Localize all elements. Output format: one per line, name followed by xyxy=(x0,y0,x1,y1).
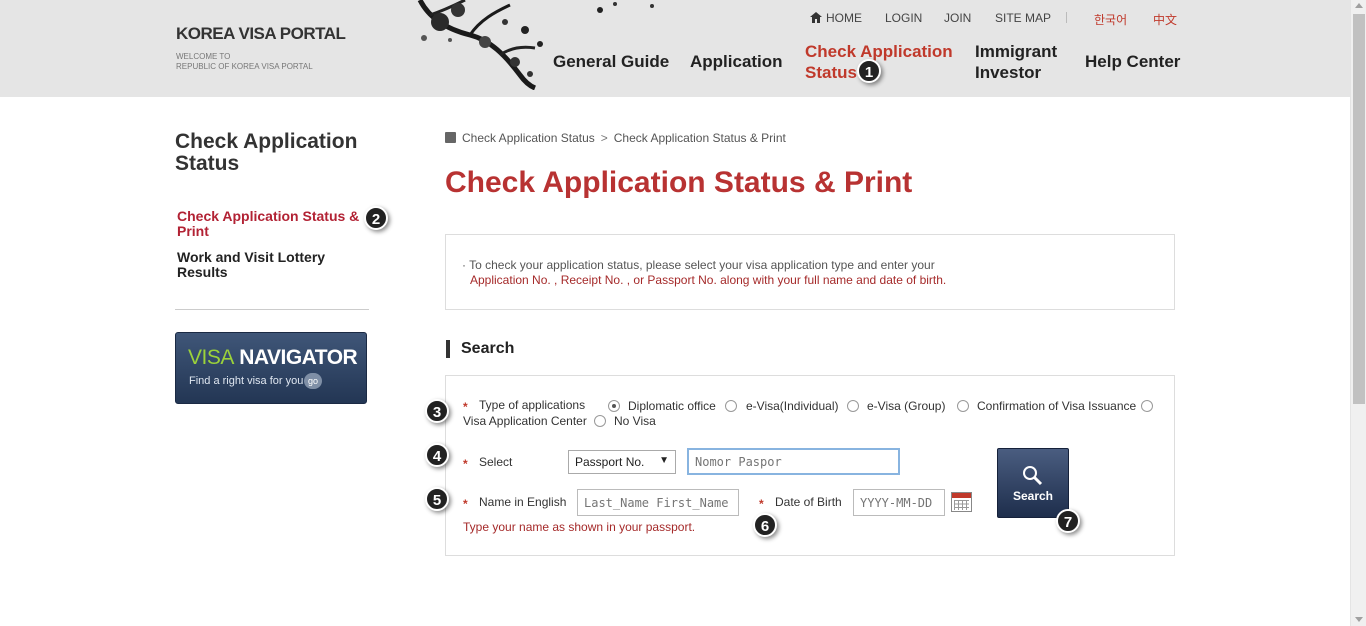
required-marker: * xyxy=(463,457,468,471)
site-logo[interactable]: KOREA VISA PORTAL WELCOME TO REPUBLIC OF… xyxy=(176,24,346,72)
info-text-line1: · To check your application status, plea… xyxy=(462,258,935,272)
visa-navigator-go-button[interactable]: go xyxy=(304,373,322,389)
nav-check-line1: Check Application xyxy=(805,42,953,61)
search-button[interactable]: Search xyxy=(997,448,1069,518)
visa-navigator-subtitle: Find a right visa for you xyxy=(189,375,304,387)
visa-navigator-title-visa: VISA xyxy=(188,346,234,369)
annotation-badge-7: 7 xyxy=(1056,509,1080,533)
page-scrollbar[interactable] xyxy=(1350,0,1366,626)
util-chinese-link[interactable]: 中文 xyxy=(1153,11,1177,27)
sidebar-item-check-status-print[interactable]: Check Application Status & Print xyxy=(177,209,367,239)
annotation-badge-4: 4 xyxy=(425,443,449,467)
radio-evisa-individual[interactable] xyxy=(725,400,737,412)
nav-general-guide[interactable]: General Guide xyxy=(553,51,669,72)
id-type-select[interactable]: Passport No. ▼ xyxy=(568,450,676,474)
radio-label-visa-application-center[interactable]: Visa Application Center xyxy=(463,414,587,428)
radio-confirmation-visa-issuance[interactable] xyxy=(957,400,969,412)
scroll-thumb[interactable] xyxy=(1353,14,1365,404)
breadcrumb-item-status-print[interactable]: Check Application Status & Print xyxy=(614,131,786,145)
breadcrumb-separator: > xyxy=(600,130,608,145)
breadcrumb-home-icon[interactable] xyxy=(445,132,456,144)
util-korean-link[interactable]: 한국어 xyxy=(1094,11,1127,27)
dropdown-arrow-icon: ▼ xyxy=(659,455,669,466)
sidebar-divider xyxy=(175,309,369,310)
annotation-badge-5: 5 xyxy=(425,487,449,511)
nav-help-center[interactable]: Help Center xyxy=(1085,51,1180,72)
name-in-english-label: Name in English xyxy=(479,495,567,509)
nav-application[interactable]: Application xyxy=(690,51,783,72)
scroll-up-arrow-icon[interactable] xyxy=(1355,3,1363,8)
annotation-badge-2: 2 xyxy=(364,206,388,230)
date-of-birth-label: Date of Birth xyxy=(775,495,842,509)
visa-navigator-title-navigator: NAVIGATOR xyxy=(239,346,358,369)
annotation-badge-6: 6 xyxy=(753,513,777,537)
breadcrumb-item-status[interactable]: Check Application Status xyxy=(462,131,595,145)
radio-visa-application-center[interactable] xyxy=(1141,400,1153,412)
util-home-label: HOME xyxy=(826,11,862,25)
breadcrumb: Check Application Status > Check Applicati… xyxy=(445,130,786,145)
annotation-badge-3: 3 xyxy=(425,399,449,423)
passport-number-input[interactable] xyxy=(687,448,900,475)
scroll-down-arrow-icon[interactable] xyxy=(1355,617,1363,622)
radio-diplomatic-office[interactable] xyxy=(608,400,620,412)
sidebar-title: Check Application Status xyxy=(175,130,358,175)
radio-label-evisa-individual[interactable]: e-Visa(Individual) xyxy=(746,399,839,413)
logo-subtitle: WELCOME TO REPUBLIC OF KOREA VISA PORTAL xyxy=(176,52,313,71)
id-type-select-value: Passport No. xyxy=(575,455,645,469)
nav-immigrant-line2: Investor xyxy=(975,63,1042,82)
radio-label-evisa-group[interactable]: e-Visa (Group) xyxy=(867,399,945,413)
required-marker: * xyxy=(463,400,468,414)
home-icon xyxy=(810,12,822,23)
type-of-applications-label: Type of applications xyxy=(479,398,586,412)
nav-immigrant-investor[interactable]: Immigrant Investor xyxy=(975,41,1057,83)
visa-navigator-title: VISA NAVIGATOR xyxy=(188,346,358,370)
util-login-link[interactable]: LOGIN xyxy=(885,11,922,25)
search-section-title: Search xyxy=(461,340,515,357)
required-marker: * xyxy=(463,497,468,511)
radio-evisa-group[interactable] xyxy=(847,400,859,412)
required-marker: * xyxy=(759,497,764,511)
radio-label-diplomatic-office[interactable]: Diplomatic office xyxy=(628,399,716,413)
sidebar-item-lottery-results[interactable]: Work and Visit Lottery Results xyxy=(177,250,367,280)
ink-painting-decoration xyxy=(417,0,654,90)
search-button-label: Search xyxy=(1012,489,1054,503)
name-hint-text: Type your name as shown in your passport… xyxy=(463,520,696,534)
radio-no-visa[interactable] xyxy=(594,415,606,427)
calendar-icon[interactable] xyxy=(951,492,972,512)
util-join-link[interactable]: JOIN xyxy=(944,11,971,25)
info-text-line2: Application No. , Receipt No. , or Passp… xyxy=(470,273,947,287)
search-icon xyxy=(1023,466,1043,486)
site-header: KOREA VISA PORTAL WELCOME TO REPUBLIC OF… xyxy=(0,0,1350,97)
util-home-link[interactable]: HOME xyxy=(810,11,862,25)
date-of-birth-input[interactable] xyxy=(853,489,945,516)
radio-label-no-visa[interactable]: No Visa xyxy=(614,414,656,428)
nav-immigrant-line1: Immigrant xyxy=(975,42,1058,61)
info-box: · To check your application status, plea… xyxy=(445,234,1175,310)
name-in-english-input[interactable] xyxy=(577,489,739,516)
util-divider xyxy=(1066,12,1067,23)
logo-title: KOREA VISA PORTAL xyxy=(176,24,346,43)
page-title: Check Application Status & Print xyxy=(445,166,913,199)
visa-navigator-banner[interactable]: VISA NAVIGATOR Find a right visa for you… xyxy=(175,332,367,404)
radio-label-confirmation-visa-issuance[interactable]: Confirmation of Visa Issuance xyxy=(977,399,1136,413)
select-label: Select xyxy=(479,455,513,469)
util-sitemap-link[interactable]: SITE MAP xyxy=(995,11,1051,25)
section-marker xyxy=(446,340,450,358)
annotation-badge-1: 1 xyxy=(857,59,881,83)
